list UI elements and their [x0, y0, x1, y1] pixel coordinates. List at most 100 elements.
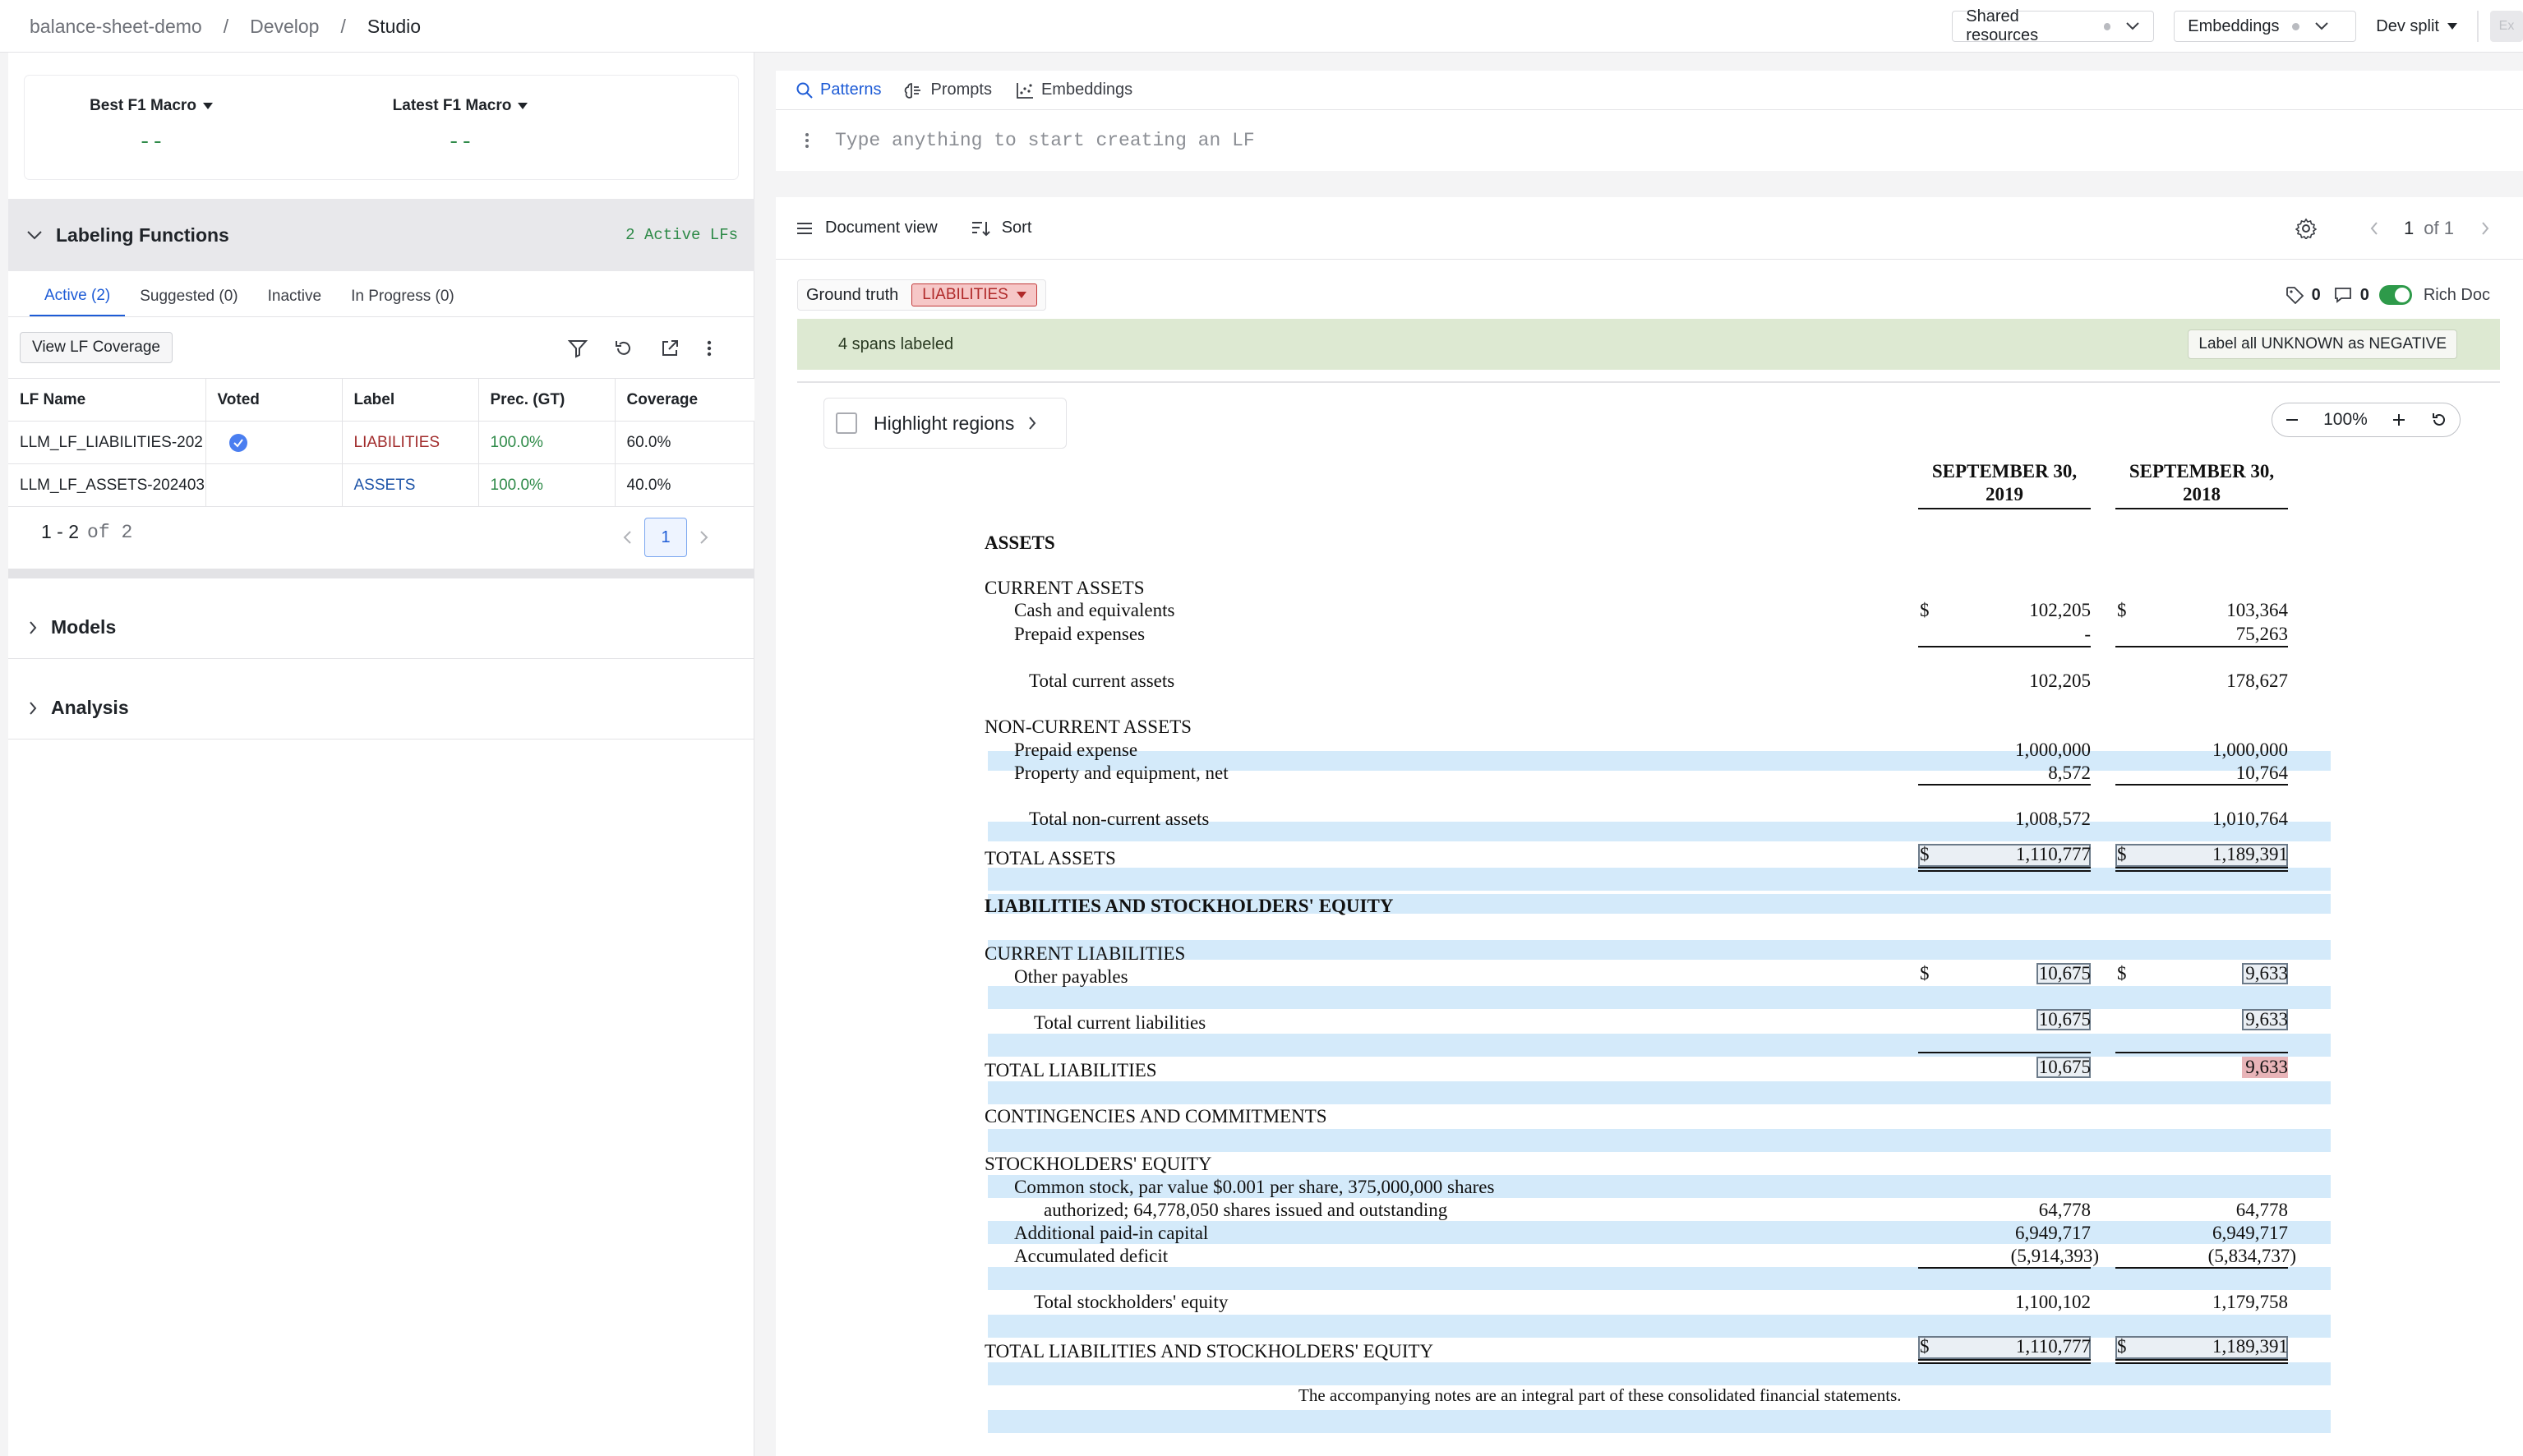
- page-button[interactable]: 1: [644, 518, 687, 557]
- column-header-2019: SEPTEMBER 30, 2019: [1931, 461, 2078, 505]
- status-dot: [2292, 22, 2300, 30]
- other-payables-2018: 9,633: [2245, 963, 2288, 984]
- assets-heading: ASSETS: [985, 532, 1055, 553]
- common-stock-2019: 64,778: [2038, 1200, 2091, 1220]
- reset-zoom-icon[interactable]: [2430, 411, 2448, 429]
- lf-input[interactable]: Type anything to start creating an LF: [835, 130, 1255, 151]
- prepaid-2019: -: [2084, 624, 2091, 644]
- span-highlight[interactable]: [988, 940, 2331, 960]
- prepaid-expense-2018: 1,000,000: [2212, 740, 2288, 760]
- footnote: The accompanying notes are an integral p…: [1298, 1385, 1902, 1405]
- chevron-down-icon: [2125, 21, 2140, 31]
- breadcrumb-current: Studio: [367, 15, 422, 37]
- apic-2018: 6,949,717: [2212, 1223, 2288, 1243]
- dollar-sign: $: [2117, 1336, 2127, 1357]
- span-highlight[interactable]: [988, 1267, 2331, 1290]
- extra-button[interactable]: Ex: [2490, 11, 2523, 42]
- property-2018: 10,764: [2235, 763, 2288, 783]
- lf-name-cell: LLM_LF_ASSETS-202403: [8, 463, 206, 507]
- more-vertical-icon[interactable]: [705, 338, 713, 359]
- deficit-label: Accumulated deficit: [1014, 1246, 1169, 1266]
- span-highlight[interactable]: [988, 1362, 2331, 1385]
- coverage-cell: 60.0%: [615, 421, 754, 464]
- labeling-functions-header[interactable]: Labeling Functions 2 Active LFs: [8, 199, 754, 271]
- span-highlight[interactable]: [988, 1410, 2331, 1433]
- total-non-current-2018: 1,010,764: [2212, 809, 2288, 829]
- table-row[interactable]: LLM_LF_LIABILITIES-202 LIABILITIES 100.0…: [8, 421, 754, 464]
- dollar-sign: $: [2117, 600, 2127, 620]
- cash-label: Cash and equivalents: [1014, 600, 1175, 620]
- column-header[interactable]: Coverage: [615, 378, 754, 422]
- tab-prompts[interactable]: Prompts: [901, 71, 994, 110]
- total-assets-2019: 1,110,777: [2015, 844, 2091, 864]
- divider: [1918, 1267, 2091, 1269]
- column-header[interactable]: Prec. (GT): [478, 378, 616, 422]
- models-section-header[interactable]: Models: [8, 597, 754, 659]
- precision-cell: 100.0%: [478, 463, 616, 507]
- breadcrumb-section[interactable]: Develop: [250, 16, 319, 38]
- span-highlight[interactable]: [988, 986, 2331, 1009]
- embeddings-select[interactable]: Embeddings: [2174, 11, 2357, 42]
- divider: [1918, 508, 2091, 509]
- cash-2019: 102,205: [2029, 600, 2091, 620]
- lf-tabs: Active (2) Suggested (0) Inactive In Pro…: [30, 276, 500, 317]
- balance-sheet-document: SEPTEMBER 30, 2019 SEPTEMBER 30, 2018 AS…: [776, 197, 2523, 1456]
- span-highlight[interactable]: [988, 1315, 2331, 1338]
- tab-in-progress[interactable]: In Progress (0): [336, 276, 469, 317]
- tab-patterns[interactable]: Patterns: [792, 71, 884, 110]
- prepaid-2018: 75,263: [2235, 624, 2288, 644]
- divider: [1918, 646, 2091, 647]
- chevron-down-icon: [26, 230, 43, 240]
- dollar-sign: $: [2117, 844, 2127, 864]
- tab-patterns-label: Patterns: [820, 81, 882, 99]
- filter-icon[interactable]: [567, 338, 588, 359]
- lf-tools: [567, 334, 713, 363]
- column-header[interactable]: Label: [342, 378, 479, 422]
- tab-active[interactable]: Active (2): [30, 276, 126, 317]
- column-header[interactable]: Voted: [205, 378, 343, 422]
- external-link-icon[interactable]: [659, 338, 680, 359]
- best-f1-select[interactable]: Best F1 Macro: [44, 97, 258, 115]
- total-current-assets-2019: 102,205: [2029, 670, 2091, 691]
- best-f1-metric: Best F1 Macro --: [44, 97, 258, 154]
- chevron-right-icon[interactable]: [699, 529, 710, 546]
- highlight-regions-toggle[interactable]: Highlight regions: [823, 398, 1067, 449]
- coverage-cell: 40.0%: [615, 463, 754, 507]
- prepaid-expense-2019: 1,000,000: [2015, 740, 2091, 760]
- shared-resources-select[interactable]: Shared resources: [1952, 7, 2155, 44]
- span-highlight[interactable]: [988, 1129, 2331, 1152]
- breadcrumb-project[interactable]: balance-sheet-demo: [30, 16, 202, 38]
- total-equity-2019: 1,100,102: [2015, 1292, 2091, 1312]
- dollar-sign: $: [1920, 600, 1930, 620]
- caret-down-icon: [518, 103, 528, 109]
- pagination-total: of 2: [87, 521, 133, 543]
- lf-input-bar: Type anything to start creating an LF: [776, 110, 2523, 171]
- view-lf-coverage-button[interactable]: View LF Coverage: [20, 332, 173, 363]
- more-vertical-icon[interactable]: [804, 131, 810, 150]
- zoom-in-icon[interactable]: [2391, 412, 2407, 428]
- total-current-liabilities-2019: 10,675: [2038, 1009, 2091, 1030]
- span-highlight[interactable]: [988, 1081, 2331, 1104]
- tab-embeddings[interactable]: Embeddings: [1012, 71, 1136, 110]
- latest-f1-select[interactable]: Latest F1 Macro: [353, 97, 567, 115]
- column-header[interactable]: LF Name: [8, 378, 206, 422]
- tab-embeddings-label: Embeddings: [1040, 81, 1133, 99]
- table-row[interactable]: LLM_LF_ASSETS-202403 ASSETS 100.0% 40.0%: [8, 463, 754, 507]
- divider: [1918, 1052, 2091, 1053]
- total-current-liabilities-label: Total current liabilities: [1034, 1012, 1206, 1033]
- divider: [2115, 508, 2288, 509]
- tab-suggested[interactable]: Suggested (0): [125, 276, 252, 317]
- highlight-regions-checkbox[interactable]: [836, 412, 857, 434]
- zoom-out-icon[interactable]: [2284, 412, 2300, 428]
- tab-inactive[interactable]: Inactive: [253, 276, 336, 317]
- chevron-left-icon[interactable]: [621, 529, 633, 546]
- refresh-icon[interactable]: [613, 338, 634, 359]
- non-current-assets-heading: NON-CURRENT ASSETS: [985, 716, 1192, 737]
- total-liabilities-label: TOTAL LIABILITIES: [985, 1060, 1157, 1080]
- dev-split-select[interactable]: Dev split: [2376, 17, 2457, 36]
- property-2019: 8,572: [2048, 763, 2091, 783]
- analysis-section-header[interactable]: Analysis: [8, 677, 754, 740]
- models-title: Models: [51, 616, 117, 638]
- lf-name-cell: LLM_LF_LIABILITIES-202: [8, 421, 206, 464]
- dollar-sign: $: [1920, 844, 1930, 864]
